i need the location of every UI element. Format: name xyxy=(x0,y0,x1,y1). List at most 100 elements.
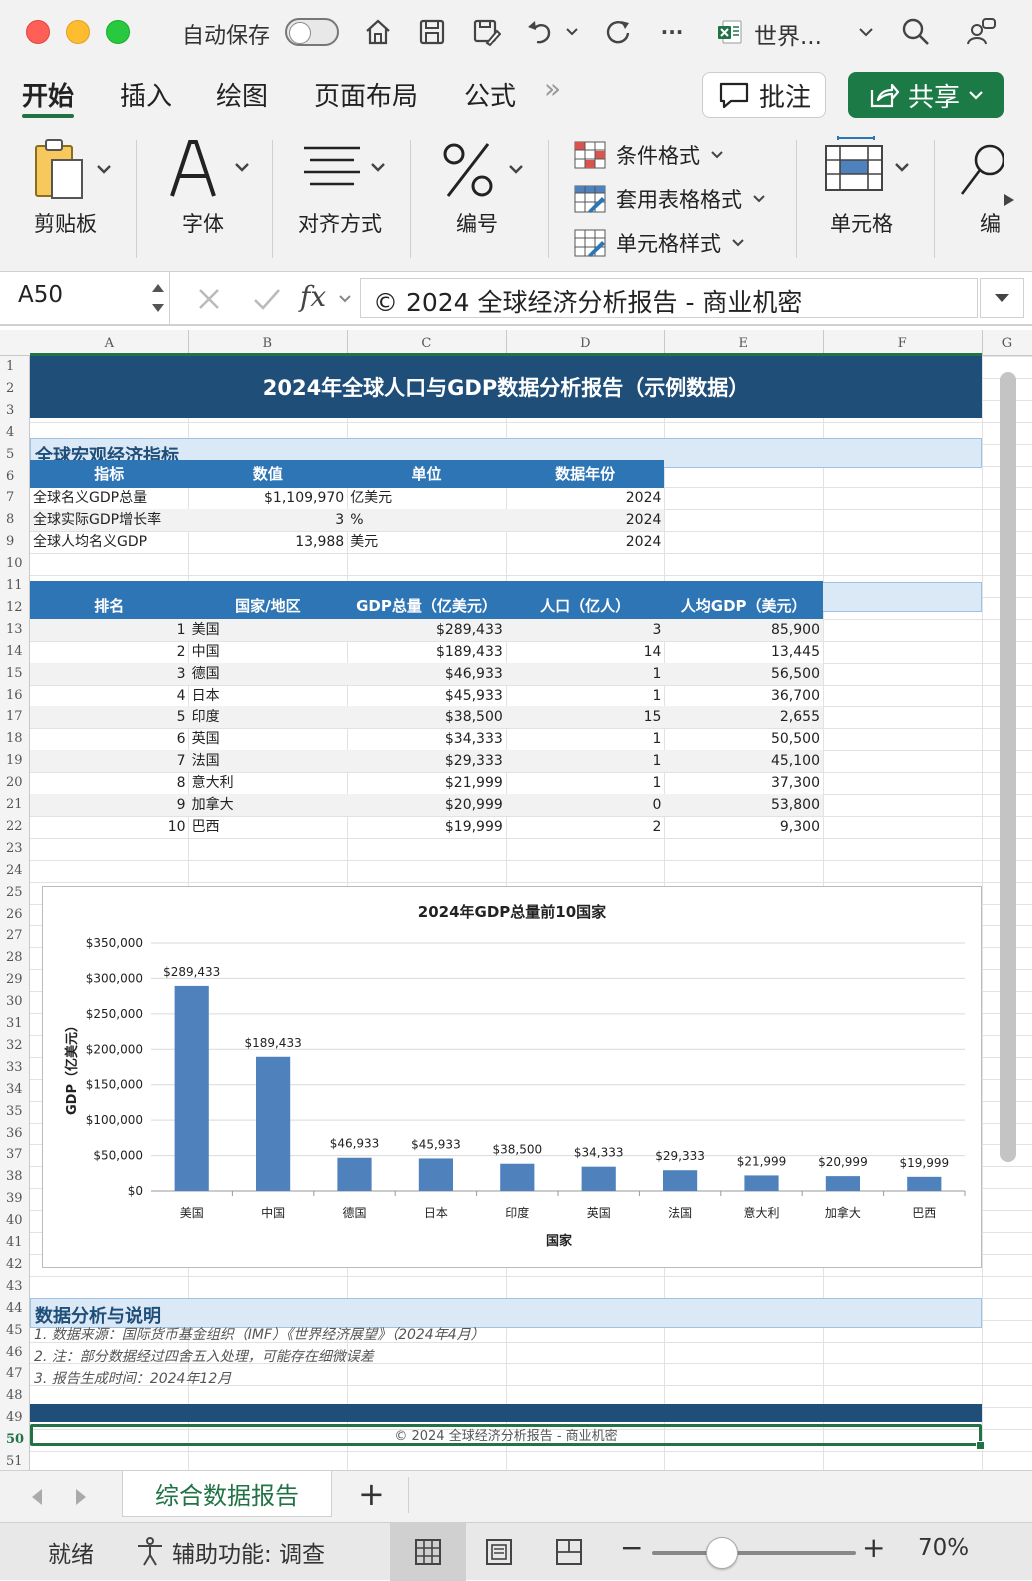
cells-group[interactable]: 单元格 xyxy=(820,124,920,272)
row-header[interactable]: 13 xyxy=(0,622,28,637)
formula-input[interactable]: © 2024 全球经济分析报告 - 商业机密 xyxy=(360,278,978,318)
top10-table-cell[interactable]: $45,933 xyxy=(347,685,506,707)
row-header[interactable]: 42 xyxy=(0,1257,28,1272)
top10-table-cell[interactable]: 85,900 xyxy=(664,619,823,641)
alignment-group[interactable]: 对齐方式 xyxy=(296,124,396,272)
zoom-in-button[interactable]: + xyxy=(862,1531,885,1564)
vertical-scrollbar[interactable] xyxy=(998,364,1018,1454)
macro-table-cell[interactable]: 美元 xyxy=(347,531,506,553)
top10-table-cell[interactable]: 1 xyxy=(30,619,189,641)
chevron-down-icon[interactable] xyxy=(338,294,352,304)
top10-table-cell[interactable]: 1 xyxy=(506,685,665,707)
zoom-window-button[interactable] xyxy=(106,20,130,44)
save-icon[interactable] xyxy=(414,14,450,50)
top10-table-cell[interactable]: 加拿大 xyxy=(189,794,348,816)
zoom-slider-thumb[interactable] xyxy=(706,1537,738,1569)
row-header[interactable]: 36 xyxy=(0,1126,28,1141)
report-title[interactable]: 2024年全球人口与GDP数据分析报告（示例数据） xyxy=(30,356,982,418)
top10-table-cell[interactable]: 英国 xyxy=(189,728,348,750)
top10-table-cell[interactable]: 2,655 xyxy=(664,706,823,728)
top10-table-cell[interactable]: 印度 xyxy=(189,706,348,728)
column-separator[interactable] xyxy=(982,330,983,356)
tab-draw[interactable]: 绘图 xyxy=(216,76,268,113)
row-header[interactable]: 44 xyxy=(0,1301,28,1316)
top10-table-cell[interactable]: 56,500 xyxy=(664,663,823,685)
more-tabs-icon[interactable]: » xyxy=(544,72,561,105)
save-as-icon[interactable] xyxy=(468,14,504,50)
top10-table-cell[interactable]: 8 xyxy=(30,772,189,794)
row-header[interactable]: 12 xyxy=(0,600,28,615)
row-header[interactable]: 48 xyxy=(0,1388,28,1403)
macro-table-cell[interactable]: 全球名义GDP总量 xyxy=(30,487,189,509)
top10-table-cell[interactable]: 日本 xyxy=(189,685,348,707)
macro-table-cell[interactable]: % xyxy=(347,509,506,531)
autosave-toggle[interactable] xyxy=(285,18,339,46)
format-as-table-button[interactable]: 套用表格格式 xyxy=(574,184,766,214)
normal-view-button[interactable] xyxy=(390,1523,466,1581)
top10-table-cell[interactable]: 美国 xyxy=(189,619,348,641)
clipboard-group[interactable]: 剪贴板 xyxy=(28,124,124,272)
row-header[interactable]: 16 xyxy=(0,688,28,703)
top10-table-cell[interactable]: $46,933 xyxy=(347,663,506,685)
row-header[interactable]: 20 xyxy=(0,775,28,790)
macro-table-cell[interactable]: 3 xyxy=(189,509,348,531)
top10-table-cell[interactable]: 意大利 xyxy=(189,772,348,794)
row-header[interactable]: 8 xyxy=(0,512,28,527)
document-title[interactable]: 世界... xyxy=(754,17,822,51)
top10-table-cell[interactable]: $19,999 xyxy=(347,816,506,838)
row-header[interactable]: 24 xyxy=(0,863,28,878)
row-header[interactable]: 22 xyxy=(0,819,28,834)
home-icon[interactable] xyxy=(360,14,396,50)
row-header[interactable]: 10 xyxy=(0,556,28,571)
row-header[interactable]: 21 xyxy=(0,797,28,812)
note-rounding[interactable]: 2. 注：部分数据经过四舍五入处理，可能存在细微误差 xyxy=(34,1346,374,1366)
cell-styles-button[interactable]: 单元格样式 xyxy=(574,228,745,258)
zoom-out-button[interactable]: − xyxy=(620,1531,643,1564)
row-header[interactable]: 39 xyxy=(0,1191,28,1206)
account-icon[interactable] xyxy=(964,14,1000,50)
row-header[interactable]: 35 xyxy=(0,1104,28,1119)
column-header[interactable]: B xyxy=(188,336,347,351)
next-sheet-icon[interactable] xyxy=(72,1487,90,1507)
top10-table-cell[interactable]: $38,500 xyxy=(347,706,506,728)
row-header[interactable]: 50 xyxy=(0,1432,28,1447)
top10-table-cell[interactable]: 10 xyxy=(30,816,189,838)
top10-table-cell[interactable]: 德国 xyxy=(189,663,348,685)
column-header[interactable]: C xyxy=(347,336,506,351)
row-header[interactable]: 45 xyxy=(0,1323,28,1338)
cells-area[interactable]: 2024年全球人口与GDP数据分析报告（示例数据） 全球宏观经济指标 指标 数值单… xyxy=(30,356,1032,1470)
row-header[interactable]: 9 xyxy=(0,534,28,549)
comments-button[interactable]: 批注 xyxy=(702,72,826,118)
top10-table-cell[interactable]: 9 xyxy=(30,794,189,816)
top10-table-cell[interactable]: 45,100 xyxy=(664,750,823,772)
note-generated[interactable]: 3. 报告生成时间：2024年12月 xyxy=(34,1368,231,1388)
undo-dropdown-icon[interactable] xyxy=(560,14,584,50)
top10-table-cell[interactable]: $189,433 xyxy=(347,641,506,663)
row-header[interactable]: 43 xyxy=(0,1279,28,1294)
footer-cell[interactable]: © 2024 全球经济分析报告 - 商业机密 xyxy=(30,1424,982,1446)
macro-table-cell[interactable]: 2024 xyxy=(506,487,665,509)
number-group[interactable]: 编号 xyxy=(436,124,536,272)
top10-table-cell[interactable]: $289,433 xyxy=(347,619,506,641)
accessibility-status[interactable]: 辅助功能: 调查 xyxy=(172,1535,325,1569)
row-header[interactable]: 25 xyxy=(0,885,28,900)
macro-table-cell[interactable]: 全球实际GDP增长率 xyxy=(30,509,189,531)
row-header[interactable]: 23 xyxy=(0,841,28,856)
name-box-stepper-icon[interactable] xyxy=(150,280,166,316)
top10-table-cell[interactable]: 1 xyxy=(506,728,665,750)
row-header[interactable]: 41 xyxy=(0,1235,28,1250)
row-header[interactable]: 47 xyxy=(0,1366,28,1381)
top10-table-cell[interactable]: 4 xyxy=(30,685,189,707)
top10-table-cell[interactable]: $20,999 xyxy=(347,794,506,816)
row-header[interactable]: 18 xyxy=(0,731,28,746)
font-group[interactable]: 字体 xyxy=(160,124,256,272)
name-box[interactable]: A50 xyxy=(0,272,170,324)
row-header[interactable]: 2 xyxy=(0,381,28,396)
minimize-window-button[interactable] xyxy=(66,20,90,44)
top10-table-cell[interactable]: 巴西 xyxy=(189,816,348,838)
row-header[interactable]: 7 xyxy=(0,490,28,505)
macro-table-cell[interactable]: 亿美元 xyxy=(347,487,506,509)
selection-fill-handle[interactable] xyxy=(976,1441,985,1450)
ribbon-scroll-right-icon[interactable] xyxy=(1002,192,1016,208)
macro-table-cell[interactable]: 13,988 xyxy=(189,531,348,553)
